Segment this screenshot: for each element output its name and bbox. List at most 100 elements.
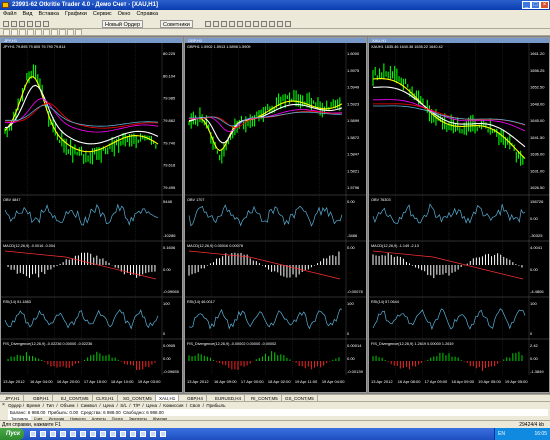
price-tick-label: 1.5923	[347, 101, 360, 106]
menu-insert[interactable]: Вставка	[35, 10, 61, 19]
vertical-line-icon[interactable]	[19, 29, 26, 36]
zoom-out-icon[interactable]	[237, 21, 243, 27]
time-axis-label: 17 Apr 00:00	[241, 379, 264, 384]
terminal-close-icon[interactable]: ×	[1, 403, 6, 408]
time-axis-label: 13 Apr 2012	[3, 379, 25, 384]
chart-window-xau[interactable]: XAU,H1 XAUH1 1635.46 1640.38 1635.22 164…	[368, 37, 550, 393]
fis-scale-label: 0.00	[347, 356, 356, 361]
new-chart-icon[interactable]	[3, 21, 9, 27]
menu-view[interactable]: Вид	[20, 10, 36, 19]
chart-tab-bar: JPY,H1 GBP,H1 EJ_CONT,M5 CL#3,H1 SG_CONT…	[0, 394, 550, 402]
rsi-scale-label: 0	[530, 331, 533, 336]
new-order-button[interactable]: Новый Ордер	[102, 20, 144, 28]
macd-scale-label: 4.0041	[530, 245, 543, 250]
language-indicator[interactable]: EN	[498, 428, 505, 440]
periods-icon[interactable]	[277, 21, 283, 27]
quicklaunch-icon[interactable]	[90, 431, 96, 437]
rsi-scale-label: 0	[163, 331, 166, 336]
strategy-tester-icon[interactable]	[43, 21, 49, 27]
chart-window-gbp[interactable]: GBP,H1 GBPH1 1.5902 1.5913 1.5898 1.5909…	[184, 37, 367, 393]
tile-windows-icon[interactable]	[245, 21, 251, 27]
macd-scale-label: 0.00	[530, 267, 539, 272]
label-tool-icon[interactable]	[67, 29, 74, 36]
fibonacci-icon[interactable]	[51, 29, 58, 36]
line-chart-icon[interactable]	[221, 21, 227, 27]
rsi-label: RSI(14) 57.0644	[371, 300, 399, 304]
close-button[interactable]: ×	[540, 1, 549, 9]
menu-window[interactable]: Окно	[115, 10, 134, 19]
macd-label: MACD(12,26,9) -0.0016 -0.004	[3, 244, 55, 248]
zoom-in-icon[interactable]	[229, 21, 235, 27]
navigator-icon[interactable]	[27, 21, 33, 27]
time-axis-label: 18 Apr 10:00	[111, 379, 134, 384]
trendline-icon[interactable]	[35, 29, 42, 36]
obv-scale-label: 0.00	[347, 199, 356, 204]
terminal-icon[interactable]	[35, 21, 41, 27]
bar-chart-icon[interactable]	[205, 21, 211, 27]
autoscroll-icon[interactable]	[253, 21, 259, 27]
expert-advisors-button[interactable]: Советники	[160, 20, 193, 28]
price-tick-label: 1.5872	[347, 135, 360, 140]
balance-row[interactable]: Баланс: 6 988.00 Прибыль: 0.00 Средства:…	[8, 409, 548, 416]
jpy-chart-canvas[interactable]: JPYH1 79.895 79.805 79.790 79.814 OBV 484…	[1, 43, 182, 392]
quicklaunch-icon[interactable]	[140, 431, 146, 437]
market-watch-icon[interactable]	[19, 21, 25, 27]
fis-scale-label: -0.00139	[347, 369, 364, 374]
gbp-chart-canvas[interactable]: GBPH1 1.5902 1.5913 1.5898 1.5909 OBV 170…	[185, 43, 366, 392]
quicklaunch-icon[interactable]	[40, 431, 46, 437]
crosshair-icon[interactable]	[11, 29, 18, 36]
templates-icon[interactable]	[285, 21, 291, 27]
quicklaunch-icon[interactable]	[150, 431, 156, 437]
price-tick-label: 79.495	[163, 185, 176, 190]
obv-scale-label: -30325	[530, 233, 543, 238]
quicklaunch-icon[interactable]	[30, 431, 36, 437]
terminal-columns: Ордер / Время / Тип / Объем / Символ / Ц…	[8, 403, 226, 408]
minimize-button[interactable]: _	[522, 1, 531, 9]
profiles-icon[interactable]	[11, 21, 17, 27]
quicklaunch-icon[interactable]	[160, 431, 166, 437]
menu-tools[interactable]: Сервис	[90, 10, 115, 19]
quicklaunch-icon[interactable]	[50, 431, 56, 437]
maximize-button[interactable]: □	[531, 1, 540, 9]
arrow-tool-icon[interactable]	[75, 29, 82, 36]
horizontal-line-icon[interactable]	[27, 29, 34, 36]
chart-window-jpy[interactable]: JPY,H1 JPYH1 79.895 79.805 79.790 79.814…	[0, 37, 183, 393]
time-axis-label: 16 Apr 04:00	[30, 379, 53, 384]
macd-scale-label: 0.00	[163, 267, 172, 272]
start-button[interactable]: Пуск	[0, 428, 24, 440]
quicklaunch-icon[interactable]	[120, 431, 126, 437]
menu-charts[interactable]: Графики	[62, 10, 90, 19]
quicklaunch-icon[interactable]	[130, 431, 136, 437]
text-tool-icon[interactable]	[59, 29, 66, 36]
menu-file[interactable]: Файл	[0, 10, 20, 19]
price-tick-label: 1636.00	[530, 152, 545, 157]
obv-scale-label: 5448	[163, 199, 173, 204]
quicklaunch-icon[interactable]	[70, 431, 76, 437]
quicklaunch-icon[interactable]	[80, 431, 86, 437]
macd-scale-label: 0.1606	[163, 245, 176, 250]
macd-scale-label: -0.09065	[163, 289, 180, 294]
price-tick-label: 80.225	[163, 51, 176, 56]
fis-scale-label: 0.00014	[347, 343, 362, 348]
time-axis-label: 19 Apr 05:00	[478, 379, 501, 384]
fis-label: FIS_Divergence(12,26,9) 1.2619 0.00000 1…	[371, 342, 454, 346]
macd-scale-label: 0.00	[347, 245, 356, 250]
chart-shift-icon[interactable]	[261, 21, 267, 27]
channel-icon[interactable]	[43, 29, 50, 36]
candlestick-icon[interactable]	[213, 21, 219, 27]
quicklaunch-icon[interactable]	[110, 431, 116, 437]
quicklaunch-icon[interactable]	[100, 431, 106, 437]
fis-label: FIS_Divergence(12,26,9) -0.02236 0.00000…	[3, 342, 92, 346]
taskbar: Пуск EN 16:05	[0, 428, 550, 440]
chart-header-label: GBPH1 1.5902 1.5913 1.5898 1.5909	[187, 45, 251, 49]
time-axis-label: 17 Apr 15:00	[84, 379, 107, 384]
toolbar: Новый Ордер Советники	[0, 19, 550, 29]
cursor-icon[interactable]	[3, 29, 10, 36]
xau-chart-canvas[interactable]: XAUH1 1635.46 1640.38 1635.22 1640.42 OBV…	[369, 43, 549, 392]
rsi-scale-label: 100	[530, 301, 537, 306]
menu-bar: Файл Вид Вставка Графики Сервис Окно Справка	[0, 10, 550, 19]
price-tick-label: 1648.00	[530, 101, 545, 106]
menu-help[interactable]: Справка	[133, 10, 161, 19]
indicators-icon[interactable]	[269, 21, 275, 27]
quicklaunch-icon[interactable]	[60, 431, 66, 437]
